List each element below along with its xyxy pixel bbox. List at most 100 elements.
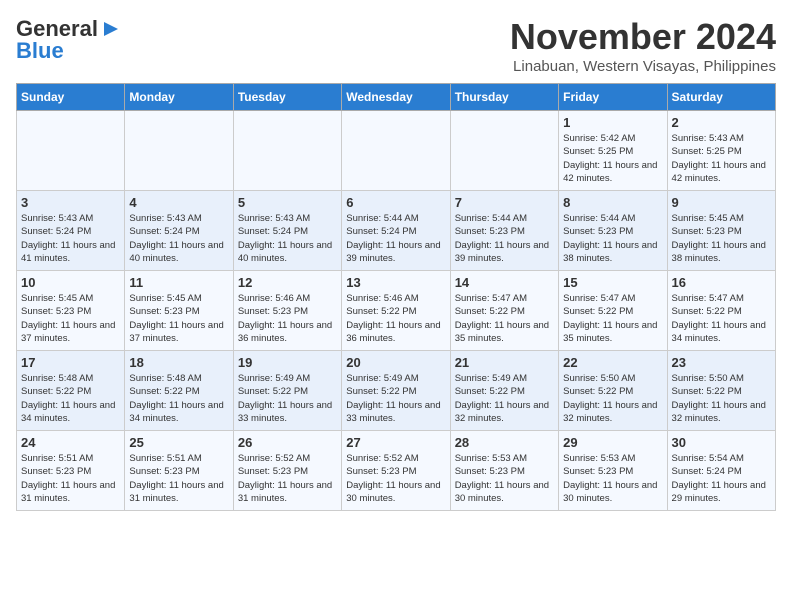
day-number: 2 xyxy=(672,115,771,130)
day-number: 17 xyxy=(21,355,120,370)
calendar-cell: 16 Sunrise: 5:47 AM Sunset: 5:22 PM Dayli… xyxy=(667,271,775,351)
day-number: 5 xyxy=(238,195,337,210)
calendar-cell: 21 Sunrise: 5:49 AM Sunset: 5:22 PM Dayli… xyxy=(450,351,558,431)
calendar-cell: 28Sunrise: 5:53 AM Sunset: 5:23 PM Dayli… xyxy=(450,431,558,511)
weekday-header-saturday: Saturday xyxy=(667,84,775,111)
day-number: 28 xyxy=(455,435,554,450)
calendar-cell: 18Sunrise: 5:48 AM Sunset: 5:22 PM Dayli… xyxy=(125,351,233,431)
calendar-cell: 1 Sunrise: 5:42 AM Sunset: 5:25 PM Daylig… xyxy=(559,111,667,191)
logo-blue: Blue xyxy=(16,38,64,64)
calendar-table: SundayMondayTuesdayWednesdayThursdayFrid… xyxy=(16,83,776,511)
day-info: Sunrise: 5:48 AM Sunset: 5:22 PM Dayligh… xyxy=(129,372,228,425)
day-number: 7 xyxy=(455,195,554,210)
calendar-cell: 5Sunrise: 5:43 AM Sunset: 5:24 PM Daylig… xyxy=(233,191,341,271)
logo: General Blue xyxy=(16,16,122,64)
title-area: November 2024 Linabuan, Western Visayas,… xyxy=(510,16,776,75)
calendar-cell: 26Sunrise: 5:52 AM Sunset: 5:23 PM Dayli… xyxy=(233,431,341,511)
weekday-header-sunday: Sunday xyxy=(17,84,125,111)
day-info: Sunrise: 5:48 AM Sunset: 5:22 PM Dayligh… xyxy=(21,372,120,425)
calendar-cell: 30 Sunrise: 5:54 AM Sunset: 5:24 PM Dayli… xyxy=(667,431,775,511)
day-number: 3 xyxy=(21,195,120,210)
day-info: Sunrise: 5:46 AM Sunset: 5:22 PM Dayligh… xyxy=(346,292,445,345)
calendar-cell: 9Sunrise: 5:45 AM Sunset: 5:23 PM Daylig… xyxy=(667,191,775,271)
day-info: Sunrise: 5:44 AM Sunset: 5:24 PM Dayligh… xyxy=(346,212,445,265)
day-info: Sunrise: 5:51 AM Sunset: 5:23 PM Dayligh… xyxy=(129,452,228,505)
day-number: 24 xyxy=(21,435,120,450)
calendar-cell: 20 Sunrise: 5:49 AM Sunset: 5:22 PM Dayli… xyxy=(342,351,450,431)
calendar-cell xyxy=(17,111,125,191)
day-info: Sunrise: 5:43 AM Sunset: 5:24 PM Dayligh… xyxy=(129,212,228,265)
day-number: 23 xyxy=(672,355,771,370)
calendar-cell: 22 Sunrise: 5:50 AM Sunset: 5:22 PM Dayli… xyxy=(559,351,667,431)
calendar-body: 1 Sunrise: 5:42 AM Sunset: 5:25 PM Daylig… xyxy=(17,111,776,511)
calendar-cell: 15 Sunrise: 5:47 AM Sunset: 5:22 PM Dayli… xyxy=(559,271,667,351)
day-number: 8 xyxy=(563,195,662,210)
day-info: Sunrise: 5:42 AM Sunset: 5:25 PM Dayligh… xyxy=(563,132,662,185)
calendar-cell xyxy=(125,111,233,191)
calendar-week-row: 17 Sunrise: 5:48 AM Sunset: 5:22 PM Dayli… xyxy=(17,351,776,431)
day-info: Sunrise: 5:45 AM Sunset: 5:23 PM Dayligh… xyxy=(21,292,120,345)
day-number: 22 xyxy=(563,355,662,370)
calendar-header-row: SundayMondayTuesdayWednesdayThursdayFrid… xyxy=(17,84,776,111)
weekday-header-thursday: Thursday xyxy=(450,84,558,111)
calendar-cell: 23 Sunrise: 5:50 AM Sunset: 5:22 PM Dayli… xyxy=(667,351,775,431)
calendar-week-row: 1 Sunrise: 5:42 AM Sunset: 5:25 PM Daylig… xyxy=(17,111,776,191)
day-number: 20 xyxy=(346,355,445,370)
day-number: 14 xyxy=(455,275,554,290)
calendar-cell: 14Sunrise: 5:47 AM Sunset: 5:22 PM Dayli… xyxy=(450,271,558,351)
calendar-cell: 6Sunrise: 5:44 AM Sunset: 5:24 PM Daylig… xyxy=(342,191,450,271)
calendar-cell: 19Sunrise: 5:49 AM Sunset: 5:22 PM Dayli… xyxy=(233,351,341,431)
calendar-cell: 10 Sunrise: 5:45 AM Sunset: 5:23 PM Dayli… xyxy=(17,271,125,351)
day-number: 25 xyxy=(129,435,228,450)
day-info: Sunrise: 5:43 AM Sunset: 5:24 PM Dayligh… xyxy=(21,212,120,265)
calendar-cell: 2 Sunrise: 5:43 AM Sunset: 5:25 PM Daylig… xyxy=(667,111,775,191)
day-info: Sunrise: 5:44 AM Sunset: 5:23 PM Dayligh… xyxy=(563,212,662,265)
calendar-cell: 27 Sunrise: 5:52 AM Sunset: 5:23 PM Dayli… xyxy=(342,431,450,511)
day-info: Sunrise: 5:45 AM Sunset: 5:23 PM Dayligh… xyxy=(129,292,228,345)
day-number: 13 xyxy=(346,275,445,290)
calendar-cell: 17 Sunrise: 5:48 AM Sunset: 5:22 PM Dayli… xyxy=(17,351,125,431)
weekday-header-friday: Friday xyxy=(559,84,667,111)
calendar-cell: 25 Sunrise: 5:51 AM Sunset: 5:23 PM Dayli… xyxy=(125,431,233,511)
header: General Blue November 2024 Linabuan, Wes… xyxy=(16,16,776,75)
day-info: Sunrise: 5:51 AM Sunset: 5:23 PM Dayligh… xyxy=(21,452,120,505)
day-number: 12 xyxy=(238,275,337,290)
calendar-cell: 13 Sunrise: 5:46 AM Sunset: 5:22 PM Dayli… xyxy=(342,271,450,351)
day-number: 29 xyxy=(563,435,662,450)
day-number: 1 xyxy=(563,115,662,130)
day-info: Sunrise: 5:47 AM Sunset: 5:22 PM Dayligh… xyxy=(563,292,662,345)
day-number: 10 xyxy=(21,275,120,290)
day-number: 9 xyxy=(672,195,771,210)
weekday-header-tuesday: Tuesday xyxy=(233,84,341,111)
day-number: 15 xyxy=(563,275,662,290)
day-info: Sunrise: 5:47 AM Sunset: 5:22 PM Dayligh… xyxy=(672,292,771,345)
calendar-cell: 7 Sunrise: 5:44 AM Sunset: 5:23 PM Daylig… xyxy=(450,191,558,271)
day-info: Sunrise: 5:50 AM Sunset: 5:22 PM Dayligh… xyxy=(672,372,771,425)
day-info: Sunrise: 5:43 AM Sunset: 5:25 PM Dayligh… xyxy=(672,132,771,185)
day-number: 16 xyxy=(672,275,771,290)
calendar-week-row: 24 Sunrise: 5:51 AM Sunset: 5:23 PM Dayli… xyxy=(17,431,776,511)
day-number: 30 xyxy=(672,435,771,450)
calendar-cell xyxy=(342,111,450,191)
day-info: Sunrise: 5:52 AM Sunset: 5:23 PM Dayligh… xyxy=(346,452,445,505)
calendar-cell: 3 Sunrise: 5:43 AM Sunset: 5:24 PM Daylig… xyxy=(17,191,125,271)
calendar-week-row: 10 Sunrise: 5:45 AM Sunset: 5:23 PM Dayli… xyxy=(17,271,776,351)
day-number: 4 xyxy=(129,195,228,210)
weekday-header-wednesday: Wednesday xyxy=(342,84,450,111)
day-info: Sunrise: 5:44 AM Sunset: 5:23 PM Dayligh… xyxy=(455,212,554,265)
calendar-cell: 29Sunrise: 5:53 AM Sunset: 5:23 PM Dayli… xyxy=(559,431,667,511)
calendar-cell: 24 Sunrise: 5:51 AM Sunset: 5:23 PM Dayli… xyxy=(17,431,125,511)
month-title: November 2024 xyxy=(510,16,776,58)
day-info: Sunrise: 5:54 AM Sunset: 5:24 PM Dayligh… xyxy=(672,452,771,505)
day-number: 21 xyxy=(455,355,554,370)
day-info: Sunrise: 5:52 AM Sunset: 5:23 PM Dayligh… xyxy=(238,452,337,505)
calendar-week-row: 3 Sunrise: 5:43 AM Sunset: 5:24 PM Daylig… xyxy=(17,191,776,271)
day-info: Sunrise: 5:49 AM Sunset: 5:22 PM Dayligh… xyxy=(455,372,554,425)
day-info: Sunrise: 5:49 AM Sunset: 5:22 PM Dayligh… xyxy=(346,372,445,425)
logo-arrow-icon xyxy=(100,18,122,40)
calendar-cell: 4 Sunrise: 5:43 AM Sunset: 5:24 PM Daylig… xyxy=(125,191,233,271)
calendar-cell: 12Sunrise: 5:46 AM Sunset: 5:23 PM Dayli… xyxy=(233,271,341,351)
day-number: 27 xyxy=(346,435,445,450)
day-info: Sunrise: 5:50 AM Sunset: 5:22 PM Dayligh… xyxy=(563,372,662,425)
calendar-cell: 11Sunrise: 5:45 AM Sunset: 5:23 PM Dayli… xyxy=(125,271,233,351)
